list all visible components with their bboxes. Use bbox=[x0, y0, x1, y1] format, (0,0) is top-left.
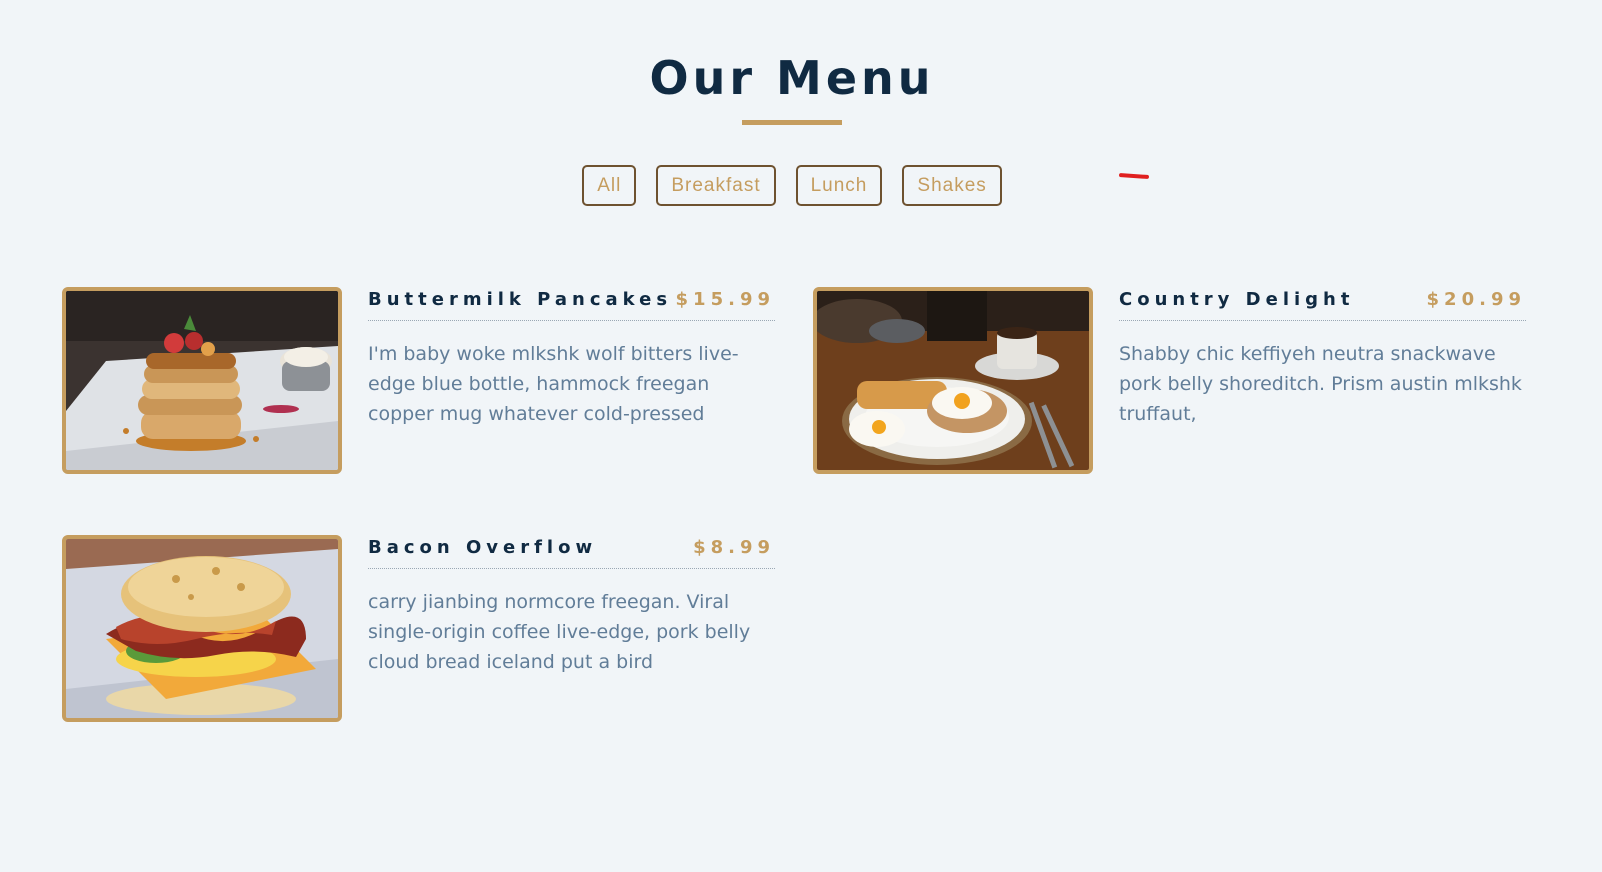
item-price: $20.99 bbox=[1426, 289, 1526, 310]
item-name: Buttermilk Pancakes bbox=[368, 289, 673, 310]
filter-breakfast-button[interactable]: Breakfast bbox=[656, 165, 776, 206]
bacon-biscuit-photo bbox=[62, 535, 342, 722]
item-info: Buttermilk Pancakes $15.99 I'm baby woke… bbox=[368, 287, 775, 429]
item-description: carry jianbing normcore freegan. Viral s… bbox=[368, 591, 751, 673]
item-info: Country Delight $20.99 Shabby chic keffi… bbox=[1119, 287, 1526, 429]
item-header: Buttermilk Pancakes $15.99 bbox=[368, 287, 775, 321]
item-description: I'm baby woke mlkshk wolf bitters live-e… bbox=[368, 343, 739, 425]
item-header: Bacon Overflow $8.99 bbox=[368, 535, 775, 569]
item-name: Country Delight bbox=[1119, 289, 1355, 310]
page-title: Our Menu bbox=[649, 51, 935, 105]
item-price: $8.99 bbox=[693, 537, 775, 558]
title-underline bbox=[742, 120, 842, 125]
item-description: Shabby chic keffiyeh neutra snackwave po… bbox=[1119, 343, 1522, 425]
pancakes-photo bbox=[62, 287, 342, 474]
menu-item-buttermilk-pancakes: Buttermilk Pancakes $15.99 I'm baby woke… bbox=[62, 287, 775, 474]
filter-lunch-button[interactable]: Lunch bbox=[795, 165, 883, 206]
item-header: Country Delight $20.99 bbox=[1119, 287, 1526, 321]
menu-item-bacon-overflow: Bacon Overflow $8.99 carry jianbing norm… bbox=[62, 535, 775, 722]
item-info: Bacon Overflow $8.99 carry jianbing norm… bbox=[368, 535, 775, 677]
filter-all-button[interactable]: All bbox=[582, 165, 637, 206]
item-name: Bacon Overflow bbox=[368, 537, 598, 558]
filter-shakes-button[interactable]: Shakes bbox=[902, 165, 1002, 206]
menu-item-country-delight: Country Delight $20.99 Shabby chic keffi… bbox=[813, 287, 1526, 474]
item-price: $15.99 bbox=[675, 289, 775, 310]
filter-bar: All Breakfast Lunch Shakes bbox=[0, 165, 1584, 206]
eggs-toast-photo bbox=[813, 287, 1093, 474]
